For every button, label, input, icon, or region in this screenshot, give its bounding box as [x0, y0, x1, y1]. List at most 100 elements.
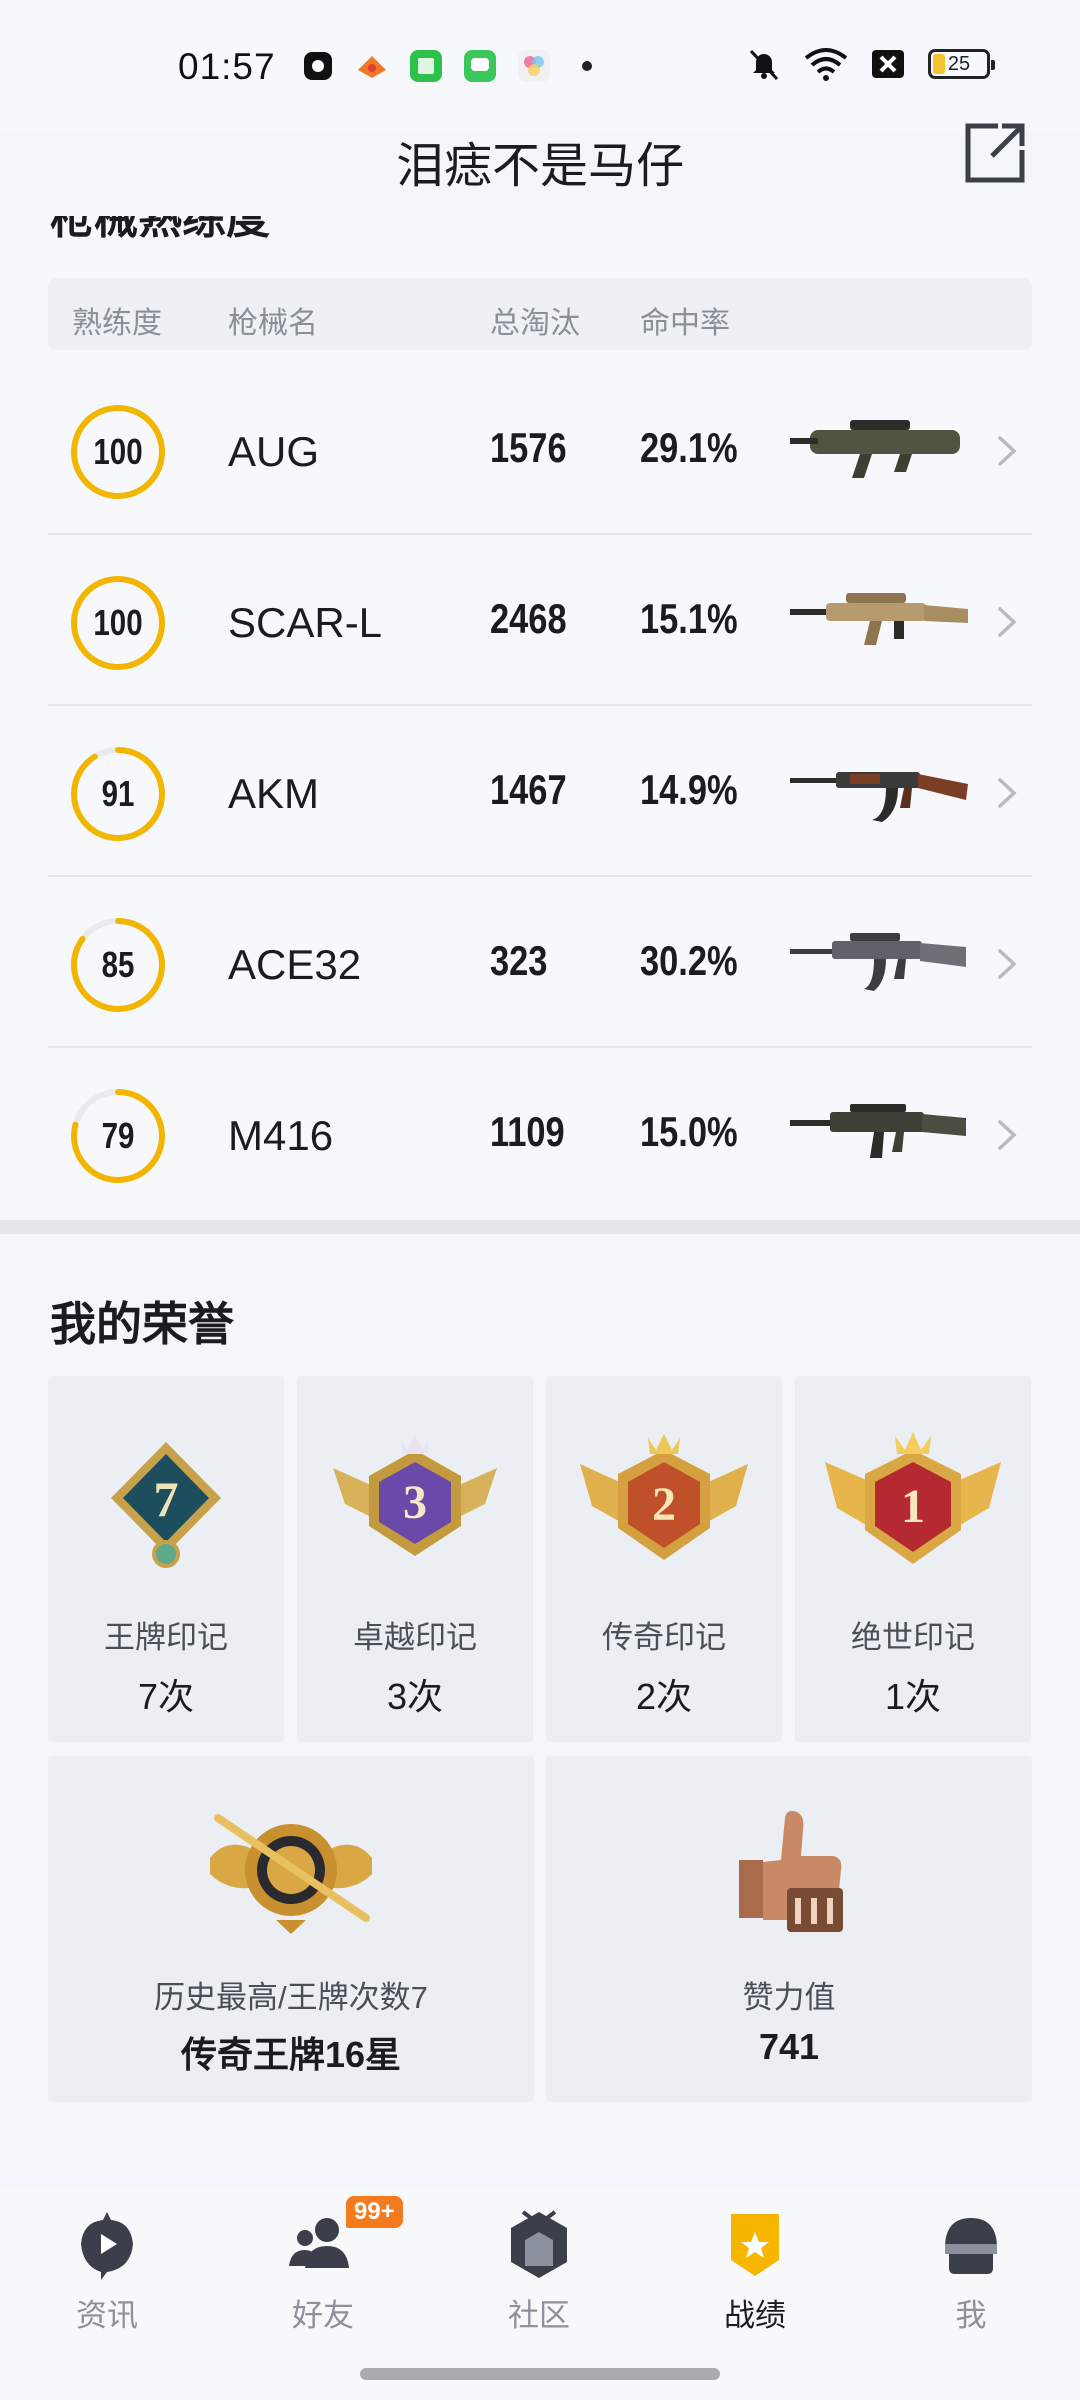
friends-unread-badge: 99+ — [346, 2196, 403, 2228]
scar-l-rifle-image — [790, 593, 968, 645]
messages-app-icon — [464, 50, 496, 82]
wifi-icon — [804, 48, 848, 81]
proficiency-value: 100 — [93, 431, 143, 472]
nav-label: 我 — [955, 2298, 987, 2333]
weapon-proficiency-card: 枪械熟练度 熟练度 枪械名 总淘汰 命中率 100 AUG 1576 29.1%… — [0, 216, 1080, 1220]
page-title: 泪痣不是马仔 — [395, 140, 684, 193]
weapon-name: ACE32 — [228, 941, 362, 988]
col-eliminations: 总淘汰 — [490, 307, 580, 340]
weapon-accuracy: 15.1% — [640, 595, 738, 642]
ace-mark-label: 王牌印记 — [104, 1620, 228, 1655]
ace-mark-badge-icon: 7 — [111, 1442, 221, 1568]
highest-rank-tile[interactable]: 历史最高/王牌次数7 传奇王牌16星 — [48, 1756, 534, 2102]
chevron-right-icon — [998, 607, 1017, 637]
weapon-eliminations: 1576 — [490, 424, 567, 471]
weapon-name: AUG — [228, 428, 320, 475]
legend-mark-count: 2次 — [635, 1676, 693, 1717]
chevron-right-icon — [998, 436, 1017, 466]
wechat-pay-app-icon — [410, 50, 442, 82]
nav-label: 资讯 — [76, 2298, 138, 2333]
mute-icon — [749, 49, 779, 81]
aug-rifle-image — [790, 420, 960, 478]
likes-label: 赞力值 — [742, 1980, 836, 2015]
news-icon — [81, 2212, 133, 2280]
weapon-section-title: 枪械熟练度 — [50, 216, 270, 243]
peerless-mark-level: 1 — [901, 1480, 925, 1533]
status-bar: 01:57 25 — [0, 0, 1080, 130]
legend-mark-tile[interactable]: 2 传奇印记 2次 — [546, 1376, 782, 1742]
proficiency-value: 100 — [93, 602, 143, 643]
proficiency-value: 91 — [101, 773, 135, 814]
chevron-right-icon — [998, 778, 1017, 808]
excellence-mark-badge-icon: 3 — [333, 1436, 497, 1556]
nav-item-me[interactable]: 我 — [901, 2208, 1041, 2335]
record-icon — [731, 2214, 779, 2276]
highest-rank-value: 传奇王牌16星 — [180, 2034, 402, 2075]
battery-icon: 25 — [928, 49, 995, 79]
excellence-mark-label: 卓越印记 — [353, 1620, 477, 1655]
weapon-row[interactable]: 100 AUG 1576 29.1% — [48, 364, 1032, 535]
legend-mark-label: 传奇印记 — [602, 1620, 726, 1655]
weapon-eliminations: 1467 — [490, 766, 567, 813]
m416-rifle-image — [790, 1104, 966, 1158]
nav-item-news[interactable]: 资讯 — [37, 2208, 177, 2335]
weapon-row[interactable]: 100 SCAR-L 2468 15.1% — [48, 535, 1032, 706]
peerless-mark-count: 1次 — [884, 1676, 942, 1717]
akm-rifle-image — [790, 772, 968, 822]
weapon-accuracy: 15.0% — [640, 1108, 738, 1155]
peerless-mark-tile[interactable]: 1 绝世印记 1次 — [795, 1376, 1031, 1742]
gallery-app-icon — [518, 50, 550, 82]
peerless-mark-label: 绝世印记 — [851, 1620, 975, 1655]
weapon-eliminations: 2468 — [490, 595, 567, 642]
chevron-right-icon — [998, 949, 1017, 979]
weapon-accuracy: 14.9% — [640, 766, 738, 813]
ace32-rifle-image — [790, 933, 966, 991]
weapon-name: AKM — [228, 770, 320, 817]
honors-title: 我的荣誉 — [50, 1298, 234, 1350]
peerless-mark-badge-icon: 1 — [825, 1432, 1001, 1564]
ace-mark-level: 7 — [154, 1471, 179, 1527]
nav-item-record[interactable]: 战绩 — [685, 2208, 825, 2335]
notification-icons — [300, 48, 592, 84]
col-accuracy: 命中率 — [640, 307, 730, 340]
weapon-eliminations: 1109 — [490, 1108, 565, 1155]
weapon-row[interactable]: 79 M416 1109 15.0% — [48, 1048, 1032, 1219]
weapon-eliminations: 323 — [490, 937, 548, 984]
me-icon — [945, 2218, 997, 2274]
legend-mark-level: 2 — [652, 1478, 676, 1531]
weapon-accuracy: 29.1% — [640, 424, 738, 471]
nav-label: 好友 — [292, 2298, 354, 2333]
weapon-name: SCAR-L — [228, 599, 383, 646]
likes-value: 741 — [758, 2026, 820, 2067]
shield-app-icon — [304, 52, 332, 80]
weapon-row[interactable]: 85 ACE32 323 30.2% — [48, 877, 1032, 1048]
home-indicator[interactable] — [360, 2368, 720, 2380]
thumbs-up-icon — [739, 1810, 843, 1932]
likes-tile[interactable]: 赞力值 741 — [546, 1756, 1032, 2102]
excellence-mark-tile[interactable]: 3 卓越印记 3次 — [297, 1376, 533, 1742]
weapon-row[interactable]: 91 AKM 1467 14.9% — [48, 706, 1032, 877]
proficiency-value: 85 — [101, 944, 135, 985]
legendary-ace-badge-icon — [210, 1814, 372, 1934]
ace-mark-tile[interactable]: 7 王牌印记 7次 — [48, 1376, 284, 1742]
highest-rank-label: 历史最高/王牌次数7 — [154, 1980, 428, 2015]
share-icon[interactable] — [962, 120, 1028, 186]
no-sim-icon — [872, 50, 904, 78]
status-time: 01:57 — [178, 46, 276, 87]
excellence-mark-count: 3次 — [386, 1676, 444, 1717]
col-weapon-name: 枪械名 — [228, 307, 318, 340]
community-icon — [511, 2210, 567, 2278]
excellence-mark-level: 3 — [403, 1476, 427, 1529]
honors-section: 我的荣誉 7 王牌印记 7次 3 卓越印记 3次 2 传奇印记 2次 1 绝世印… — [0, 1234, 1080, 2186]
system-status: 25 — [746, 46, 995, 82]
weapon-table-header: 熟练度 枪械名 总淘汰 命中率 — [48, 278, 1032, 350]
section-divider — [0, 1220, 1080, 1234]
nav-label: 战绩 — [724, 2298, 786, 2333]
nav-item-community[interactable]: 社区 — [469, 2208, 609, 2335]
weapon-name: M416 — [228, 1112, 334, 1159]
chevron-right-icon — [998, 1120, 1017, 1150]
weapon-accuracy: 30.2% — [640, 937, 738, 984]
legend-mark-badge-icon: 2 — [580, 1434, 748, 1560]
col-proficiency: 熟练度 — [72, 307, 162, 340]
game-app-icon — [358, 56, 386, 78]
